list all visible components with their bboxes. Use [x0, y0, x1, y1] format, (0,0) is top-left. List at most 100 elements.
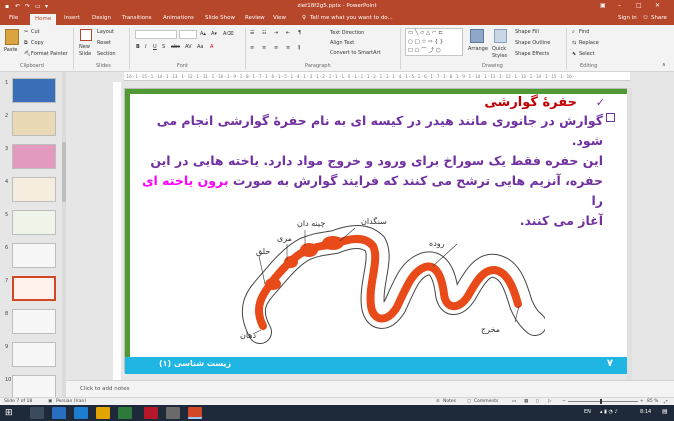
italic-icon[interactable]: I: [145, 44, 146, 50]
notes-toggle-icon[interactable]: ≡: [436, 399, 440, 404]
find-button[interactable]: Find: [579, 29, 589, 35]
rtl-icon[interactable]: ¶: [298, 30, 301, 36]
signin-link[interactable]: Sign in: [618, 15, 637, 21]
notes-pane[interactable]: Click to add notes: [66, 380, 674, 397]
tab-review[interactable]: Review: [245, 15, 265, 21]
language-indicator[interactable]: EN: [584, 409, 591, 415]
tab-transitions[interactable]: Transitions: [122, 15, 151, 21]
bold-icon[interactable]: B: [136, 44, 140, 50]
select-icon[interactable]: ⬉: [572, 51, 576, 57]
strikethrough-icon[interactable]: abc: [171, 44, 180, 50]
slide-thumbnail-2[interactable]: [12, 111, 56, 136]
clock[interactable]: 8:14: [640, 409, 651, 415]
share-button[interactable]: Share: [651, 15, 667, 21]
replace-button[interactable]: Replace: [579, 40, 599, 46]
ie-taskbar-icon[interactable]: [52, 407, 66, 419]
tab-view[interactable]: View: [273, 15, 286, 21]
copy-button[interactable]: Copy: [31, 40, 44, 46]
slide-thumbnail-7[interactable]: [12, 276, 56, 301]
font-name-box[interactable]: [135, 30, 177, 39]
columns-icon[interactable]: ⫼: [298, 45, 300, 51]
section-button[interactable]: Section: [97, 51, 116, 57]
justify-icon[interactable]: ≡: [286, 45, 290, 51]
maximize-icon[interactable]: □: [636, 2, 642, 9]
shadow-icon[interactable]: S: [162, 44, 165, 50]
tool-taskbar-icon[interactable]: [166, 407, 180, 419]
arrange-button[interactable]: Arrange: [468, 46, 488, 52]
numbering-icon[interactable]: ☷: [262, 30, 266, 36]
format-painter-button[interactable]: Format Painter: [31, 51, 68, 57]
outdent-icon[interactable]: ⇤: [286, 30, 290, 36]
shape-outline-button[interactable]: Shape Outline: [515, 40, 550, 46]
layout-button[interactable]: Layout: [97, 29, 114, 35]
zoom-slider-thumb[interactable]: [600, 399, 602, 404]
slide-thumbnail-3[interactable]: [12, 144, 56, 169]
thumbnails-scrollbar[interactable]: [62, 72, 66, 397]
reset-button[interactable]: Reset: [97, 40, 111, 46]
zoom-level[interactable]: 85 %: [647, 399, 658, 404]
underline-icon[interactable]: U: [153, 44, 157, 50]
indent-icon[interactable]: ⇥: [274, 30, 278, 36]
slideshow-view-icon[interactable]: ▷: [548, 399, 551, 404]
slide-thumbnail-8[interactable]: [12, 309, 56, 334]
tab-slideshow[interactable]: Slide Show: [205, 15, 235, 21]
cut-icon[interactable]: ✂: [24, 29, 28, 35]
char-spacing-icon[interactable]: AV: [185, 44, 192, 50]
powerpoint-taskbar-icon[interactable]: [188, 407, 202, 419]
language-status[interactable]: Persian (Iran): [56, 399, 86, 404]
tab-home[interactable]: Home: [30, 14, 57, 25]
tab-animations[interactable]: Animations: [163, 15, 194, 21]
tab-insert[interactable]: Insert: [64, 15, 80, 21]
new-slide-icon[interactable]: [80, 29, 92, 41]
align-right-icon[interactable]: ≡: [274, 45, 278, 51]
ribbon-display-icon[interactable]: ▣: [600, 2, 606, 9]
sorter-view-icon[interactable]: ▦: [524, 399, 528, 404]
tray-icons[interactable]: ▴ ▮ ◔ ♪: [600, 409, 618, 415]
media-taskbar-icon[interactable]: [144, 407, 158, 419]
select-button[interactable]: Select: [579, 51, 594, 57]
clear-format-icon[interactable]: A⌫: [223, 31, 234, 37]
slide-thumbnail-6[interactable]: [12, 243, 56, 268]
slide-canvas[interactable]: حفرهٔ گوارشی ✓ گوارش در جانوری مانند هید…: [124, 88, 631, 374]
copy-icon[interactable]: ⧉: [24, 40, 28, 46]
cut-button[interactable]: Cut: [31, 29, 40, 35]
arrange-icon[interactable]: [470, 29, 484, 43]
share-icon[interactable]: ⚇: [643, 15, 648, 21]
new-slide-button[interactable]: New: [79, 44, 90, 50]
bullets-icon[interactable]: ☰: [250, 30, 254, 36]
paste-button[interactable]: Paste: [4, 47, 18, 53]
minimize-icon[interactable]: –: [618, 2, 621, 9]
app-taskbar-icon[interactable]: [118, 407, 132, 419]
font-color-icon[interactable]: A: [210, 44, 213, 50]
normal-view-icon[interactable]: ▭: [512, 399, 516, 404]
spellcheck-icon[interactable]: ▣: [48, 399, 52, 404]
tab-file[interactable]: File: [9, 15, 18, 21]
paste-icon[interactable]: [5, 29, 19, 45]
explorer-taskbar-icon[interactable]: [96, 407, 110, 419]
shape-fill-button[interactable]: Shape Fill: [515, 29, 539, 35]
comments-toggle[interactable]: Comments: [474, 399, 498, 404]
quick-styles-button-line2[interactable]: Styles: [492, 53, 507, 59]
slide-thumbnail-9[interactable]: [12, 342, 56, 367]
search-taskbar-icon[interactable]: [30, 407, 44, 419]
shrink-font-icon[interactable]: A▾: [211, 31, 217, 37]
collapse-ribbon-icon[interactable]: ∧: [662, 62, 666, 68]
quick-styles-button[interactable]: Quick: [492, 46, 506, 52]
comments-icon[interactable]: ▢: [467, 399, 471, 404]
change-case-icon[interactable]: Aa: [197, 44, 203, 50]
font-size-box[interactable]: [179, 30, 197, 39]
find-icon[interactable]: ⌕: [572, 29, 575, 35]
align-left-icon[interactable]: ≡: [250, 45, 254, 51]
slide-thumbnail-4[interactable]: [12, 177, 56, 202]
zoom-out-icon[interactable]: −: [562, 399, 566, 404]
replace-icon[interactable]: ⇆: [572, 40, 576, 46]
align-text-button[interactable]: Align Text: [330, 40, 354, 46]
telegram-taskbar-icon[interactable]: [74, 407, 88, 419]
slide-scrollbar[interactable]: [627, 88, 632, 380]
notifications-icon[interactable]: ▤: [662, 408, 668, 415]
tell-me-box[interactable]: Tell me what you want to do...: [310, 15, 393, 21]
new-slide-button-line2[interactable]: Slide: [79, 51, 91, 57]
notes-placeholder[interactable]: Click to add notes: [80, 386, 129, 392]
smartart-button[interactable]: Convert to SmartArt: [330, 50, 381, 56]
slide-thumbnail-1[interactable]: [12, 78, 56, 103]
